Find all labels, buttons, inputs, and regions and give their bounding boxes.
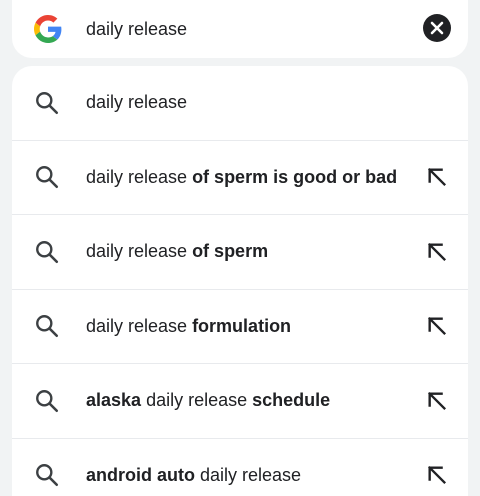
fill-query-arrow-icon[interactable] — [426, 390, 448, 412]
suggestions-list: daily releasedaily release of sperm is g… — [12, 66, 468, 496]
search-icon — [34, 164, 60, 190]
search-input[interactable] — [86, 15, 386, 43]
suggestion-text-bold: of sperm — [192, 241, 268, 261]
suggestion-text: daily release of sperm is good or bad — [86, 167, 406, 188]
fill-query-arrow-icon[interactable] — [426, 166, 448, 188]
suggestion-row[interactable]: daily release formulation — [12, 290, 468, 365]
search-icon — [34, 462, 60, 488]
search-icon — [34, 90, 60, 116]
suggestion-text: alaska daily release schedule — [86, 390, 406, 411]
suggestion-text-bold: alaska — [86, 390, 141, 410]
suggestion-text-plain: daily release — [195, 465, 301, 485]
google-g-icon — [34, 15, 62, 43]
suggestion-row[interactable]: daily release — [12, 66, 468, 141]
suggestion-text-plain: daily release — [141, 390, 252, 410]
suggestion-text-bold: android auto — [86, 465, 195, 485]
suggestion-row[interactable]: android auto daily release — [12, 439, 468, 496]
search-icon — [34, 313, 60, 339]
suggestion-text: daily release — [86, 92, 406, 113]
clear-button[interactable] — [423, 14, 451, 42]
fill-query-arrow-icon[interactable] — [426, 315, 448, 337]
suggestion-row[interactable]: alaska daily release schedule — [12, 364, 468, 439]
close-icon — [430, 21, 444, 35]
suggestion-row[interactable]: daily release of sperm is good or bad — [12, 141, 468, 216]
suggestion-text-plain: daily release — [86, 167, 192, 187]
search-icon — [34, 388, 60, 414]
suggestion-text-bold: formulation — [192, 316, 291, 336]
suggestion-text: android auto daily release — [86, 465, 406, 486]
suggestion-text-plain: daily release — [86, 316, 192, 336]
search-bar — [12, 0, 468, 58]
suggestion-text-plain: daily release — [86, 241, 192, 261]
suggestion-text: daily release formulation — [86, 316, 406, 337]
suggestion-text-bold: of sperm is good or bad — [192, 167, 397, 187]
suggestion-text: daily release of sperm — [86, 241, 406, 262]
suggestion-row[interactable]: daily release of sperm — [12, 215, 468, 290]
search-icon — [34, 239, 60, 265]
suggestion-text-plain: daily release — [86, 92, 187, 112]
fill-query-arrow-icon[interactable] — [426, 464, 448, 486]
suggestion-text-bold: schedule — [252, 390, 330, 410]
fill-query-arrow-icon[interactable] — [426, 241, 448, 263]
